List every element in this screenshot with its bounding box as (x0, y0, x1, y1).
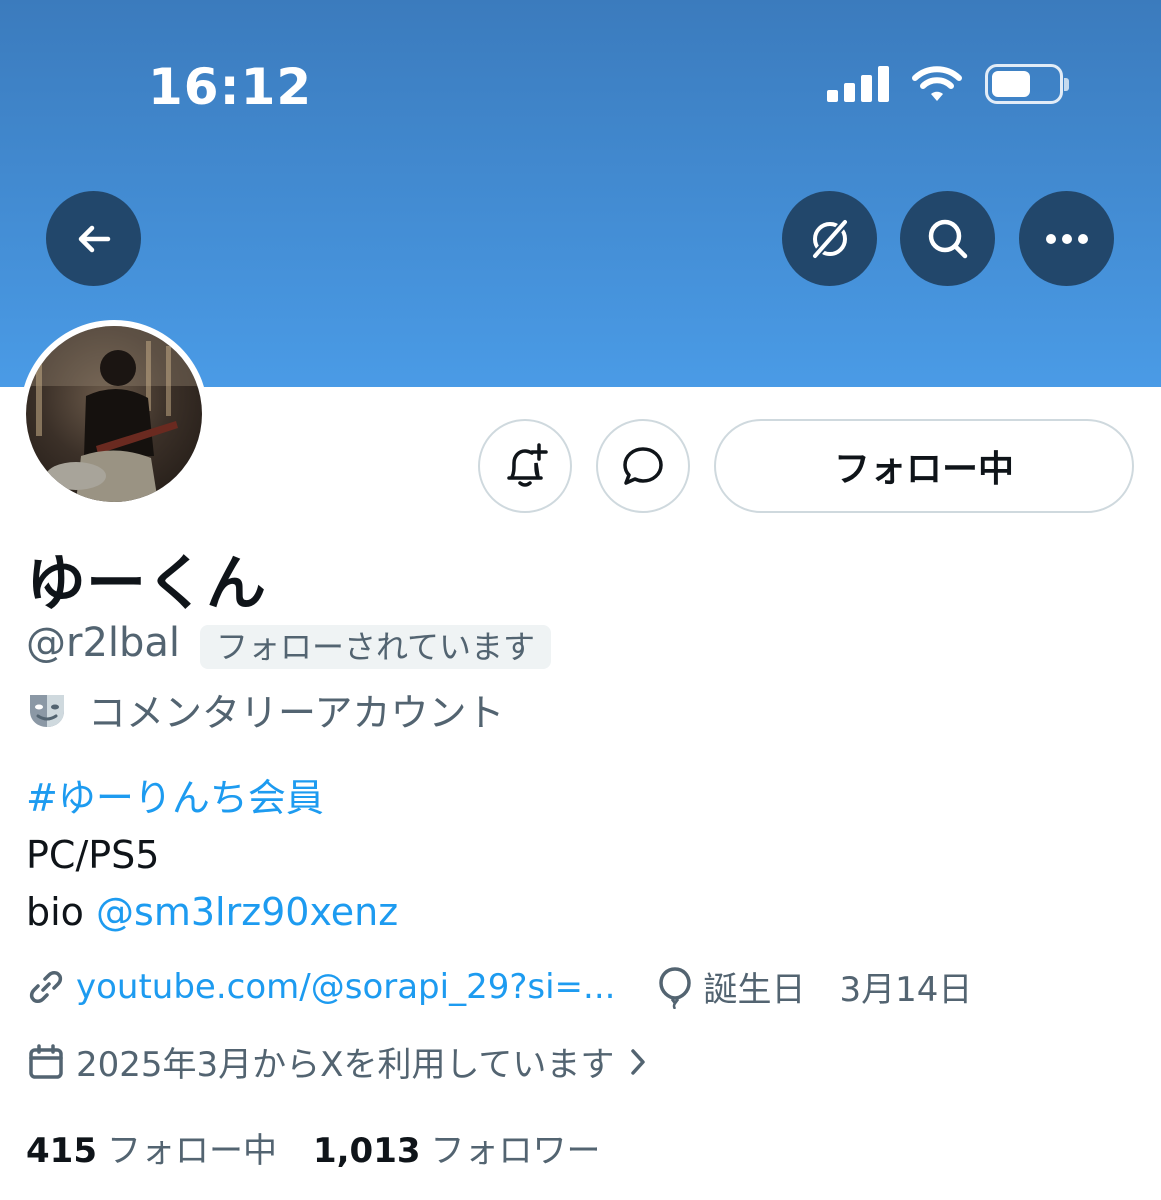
theater-mask-icon (30, 694, 64, 727)
chat-bubble-icon (623, 447, 663, 485)
chevron-right-icon (628, 1046, 648, 1078)
grok-button[interactable] (782, 191, 877, 286)
birthday-value: 3月14日 (839, 970, 973, 1010)
follows-you-badge: フォローされています (200, 625, 552, 669)
calendar-icon (26, 1042, 66, 1082)
avatar-image (26, 326, 202, 502)
bio-line-prefix: bio (26, 890, 97, 934)
bio-line: PC/PS5 (26, 833, 160, 877)
more-button[interactable] (1019, 191, 1114, 286)
message-button[interactable] (596, 419, 690, 513)
website-link[interactable]: youtube.com/@sorapi_29?si=... (76, 967, 615, 1007)
follow-stats: 415 フォロー中 1,013 フォロワー (26, 1123, 601, 1172)
joined-date: 2025年3月からXを利用しています (76, 1045, 615, 1085)
notify-button[interactable] (478, 419, 572, 513)
cellular-signal-icon (827, 66, 889, 102)
link-icon (26, 967, 66, 1007)
balloon-icon (657, 965, 693, 1009)
bio-mention-link[interactable]: @sm3lrz90xenz (96, 890, 398, 934)
category-label: コメンタリーアカウント (88, 691, 505, 735)
followers-count: 1,013 (312, 1131, 421, 1171)
following-label: フォロー中 (106, 1131, 277, 1171)
more-horizontal-icon (1045, 233, 1088, 244)
birthday-label: 誕生日 (703, 970, 806, 1010)
display-name: ゆーくん (26, 549, 266, 619)
arrow-left-icon (78, 225, 110, 252)
account-category: コメンタリーアカウント (26, 682, 504, 737)
following-button[interactable]: フォロー中 (714, 419, 1134, 513)
following-stat[interactable]: 415 フォロー中 (26, 1123, 277, 1172)
battery-icon (985, 64, 1069, 104)
status-time: 16:12 (148, 58, 313, 116)
followers-stat[interactable]: 1,013 フォロワー (313, 1123, 601, 1172)
back-button[interactable] (46, 191, 141, 286)
bio: #ゆーりんち会員 PC/PS5 bio @sm3lrz90xenz (26, 770, 398, 941)
status-icons (827, 64, 1069, 104)
grok-icon (810, 217, 849, 260)
user-handle: @r2lbal (26, 620, 181, 666)
search-button[interactable] (900, 191, 995, 286)
joined-row[interactable]: 2025年3月からXを利用しています (26, 1037, 658, 1086)
search-icon (928, 219, 967, 258)
bell-plus-icon (507, 443, 548, 487)
avatar[interactable] (20, 320, 208, 508)
profile-meta-row: youtube.com/@sorapi_29?si=... 誕生日 3月14日 (26, 962, 972, 1011)
followers-label: フォロワー (430, 1131, 601, 1171)
wifi-icon (912, 66, 962, 101)
following-count: 415 (26, 1131, 97, 1171)
bio-hashtag-link[interactable]: #ゆーりんち会員 (26, 776, 324, 820)
